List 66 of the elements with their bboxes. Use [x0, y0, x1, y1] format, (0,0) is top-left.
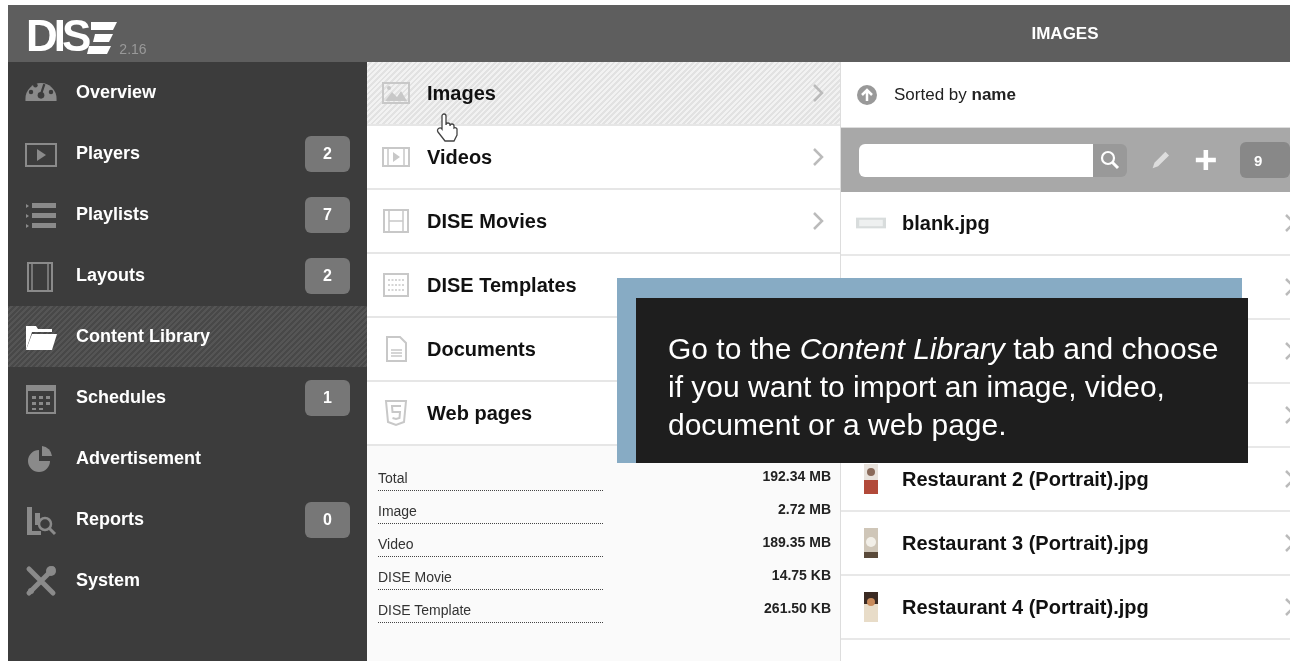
count-badge: 9 [1240, 142, 1290, 178]
storage-label: DISE Template [378, 602, 603, 623]
storage-value: 2.72 MB [778, 501, 831, 519]
file-row[interactable]: Restaurant 3 (Portrait).jpg [841, 512, 1290, 576]
category-label: Images [427, 81, 496, 105]
plus-icon[interactable] [1194, 147, 1218, 173]
storage-value: 261.50 KB [764, 600, 831, 618]
version-label: 2.16 [119, 42, 147, 56]
file-name: Restaurant 4 (Portrait).jpg [902, 595, 1149, 619]
chevron-icon [812, 147, 824, 167]
storage-label: DISE Movie [378, 569, 603, 590]
hand-cursor-icon [436, 113, 458, 143]
gauge-icon [24, 81, 58, 102]
storage-value: 189.35 MB [762, 534, 831, 552]
storage-label: Video [378, 536, 603, 557]
sidebar-item[interactable]: System [8, 550, 367, 611]
sidebar-item[interactable]: Layouts 2 [8, 245, 367, 306]
sidebar-label: Reports [76, 509, 145, 530]
logo-mark-icon [87, 20, 118, 56]
chevron-icon [812, 83, 824, 103]
sidebar-label: Schedules [76, 387, 168, 408]
count-badge: 1 [305, 379, 350, 416]
sidebar-label: Overview [76, 82, 158, 103]
sidebar-label: Layouts [76, 265, 146, 286]
sidebar-label: Advertisement [76, 448, 203, 469]
storage-label: Total [378, 470, 603, 491]
sidebar-label: Content Library [76, 326, 211, 347]
sort-label: Sorted by name [894, 84, 1016, 105]
file-row[interactable]: blank.jpg [841, 192, 1290, 256]
count-badge: 2 [305, 257, 350, 294]
category-label: Videos [427, 145, 493, 169]
category-label: DISE Movies [427, 209, 548, 233]
search-icon [1099, 150, 1120, 170]
category-label: Documents [427, 337, 536, 361]
count-badge: 2 [305, 135, 350, 172]
sidebar-label: Playlists [76, 204, 151, 225]
file-name: blank.jpg [902, 211, 990, 235]
category-item[interactable]: Images [367, 62, 840, 126]
sidebar-label: System [76, 570, 142, 591]
arrow-up-icon[interactable] [856, 83, 878, 106]
logo: DIS [26, 16, 88, 56]
file-name: Restaurant 2 (Portrait).jpg [902, 467, 1149, 491]
film-icon [381, 206, 411, 236]
sidebar-item[interactable]: Players 2 [8, 123, 367, 184]
header-title: IMAGES [1030, 22, 1100, 45]
sidebar-item[interactable]: Schedules 1 [8, 367, 367, 428]
storage-label: Image [378, 503, 603, 524]
file-row[interactable]: Restaurant 4 (Portrait).jpg [841, 576, 1290, 640]
sidebar-item[interactable]: Advertisement [8, 428, 367, 489]
category-label: Web pages [427, 401, 533, 425]
count-badge: 0 [305, 501, 350, 538]
sidebar-item[interactable]: Reports 0 [8, 489, 367, 550]
storage-value: 14.75 KB [771, 567, 831, 585]
file-name: Restaurant 3 (Portrait).jpg [902, 531, 1149, 555]
sidebar-item[interactable]: Playlists 7 [8, 184, 367, 245]
sidebar-label: Players [76, 143, 142, 164]
category-label: DISE Templates [427, 273, 577, 297]
search-button[interactable] [1092, 143, 1127, 177]
storage-value: 192.34 MB [762, 468, 831, 486]
tools-icon [24, 563, 58, 598]
sidebar-item[interactable]: Content Library [8, 306, 367, 367]
chevron-icon [812, 211, 824, 231]
search-field[interactable] [859, 143, 1093, 177]
template-icon [381, 270, 411, 300]
sidebar-item[interactable]: Overview [8, 62, 367, 123]
count-badge: 7 [305, 196, 350, 233]
